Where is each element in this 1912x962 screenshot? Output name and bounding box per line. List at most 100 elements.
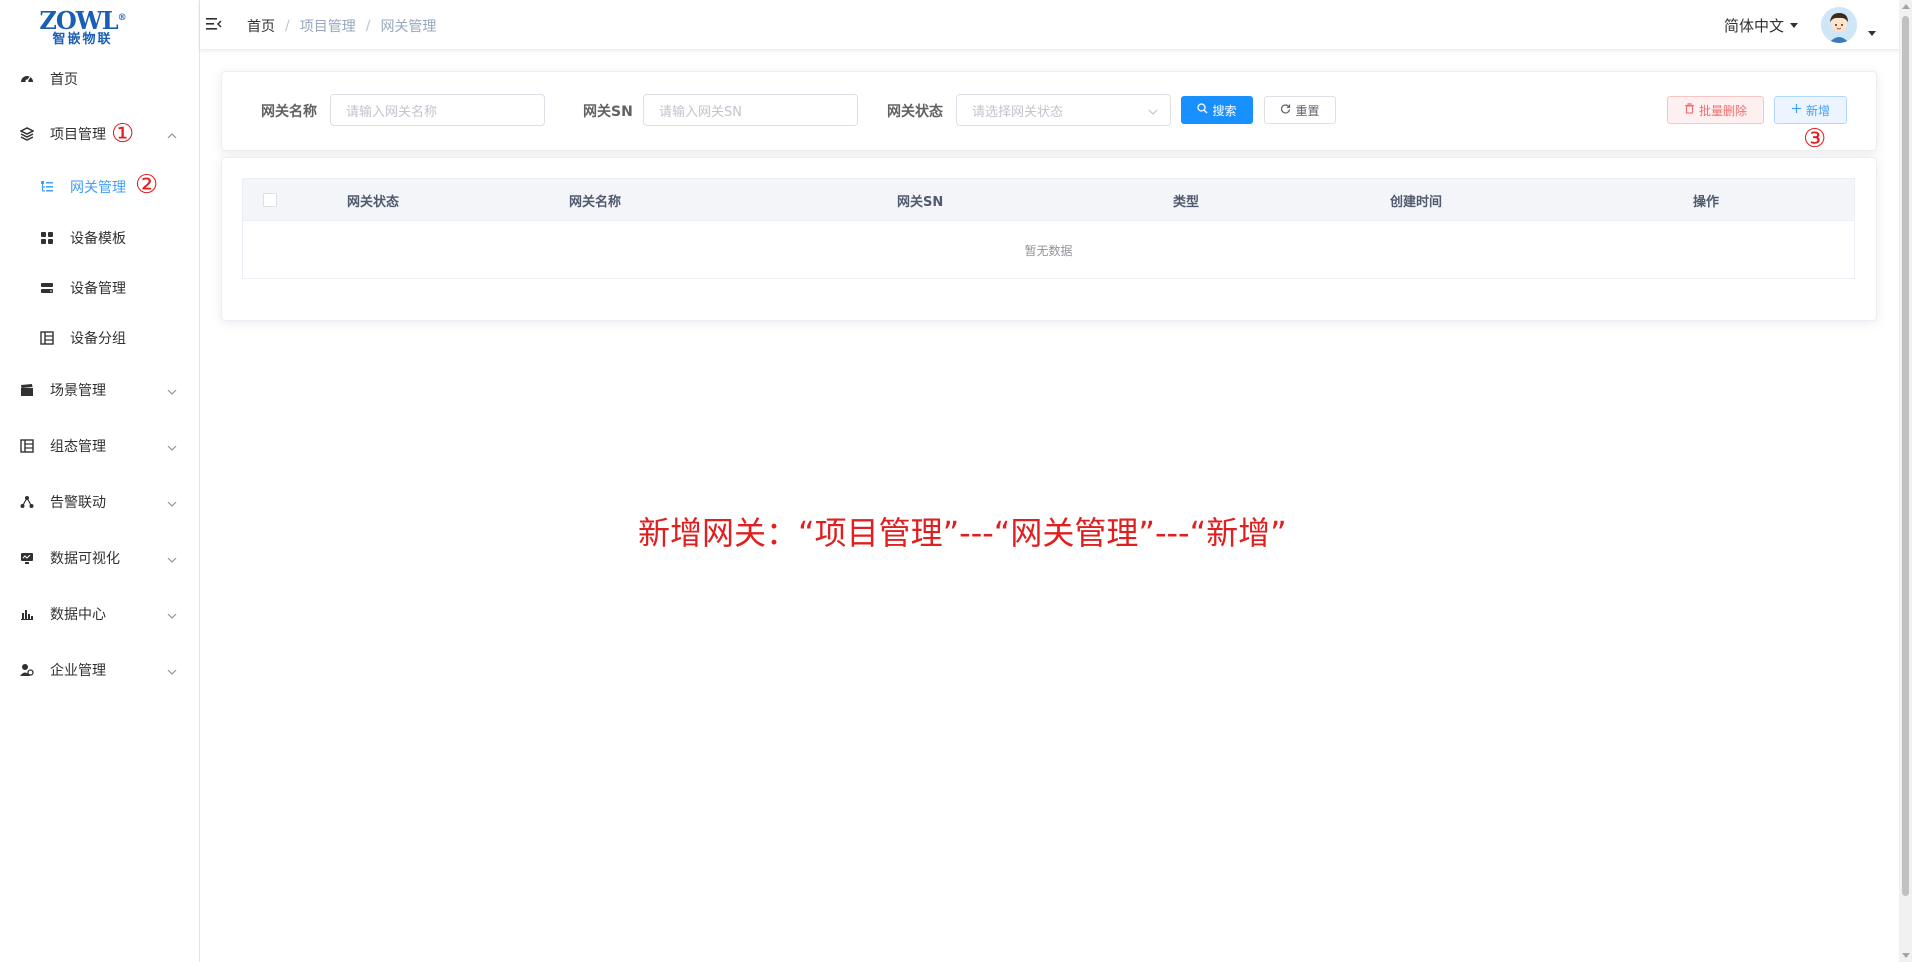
column-header[interactable]: 类型 [1173,191,1199,210]
sidebar-item-gateway[interactable]: 网关管理 [0,167,199,207]
grid-icon [40,231,54,245]
annotation-step-2: ② [135,170,159,200]
instruction-annotation: 新增网关：“项目管理”---“网关管理”---“新增” [638,514,1287,552]
plus-icon [1791,103,1802,117]
layers-icon [20,127,34,141]
breadcrumb-home[interactable]: 首页 [247,16,275,36]
monitor-icon [20,551,34,565]
column-header[interactable]: 操作 [1693,191,1719,210]
breadcrumb: 首页 / 项目管理 / 网关管理 [247,16,436,36]
column-header[interactable]: 网关状态 [347,191,399,210]
annotation-step-1: ① [111,119,135,149]
scrollbar-thumb[interactable] [1902,16,1909,896]
language-select[interactable]: 简体中文 [1724,15,1799,36]
clapper-icon [20,383,34,397]
chevron-up-icon [167,129,177,145]
bar-chart-icon [20,607,34,621]
sidebar-item-device-template[interactable]: 设备模板 [0,218,199,258]
group-icon [40,331,54,345]
breadcrumb-project[interactable]: 项目管理 [300,16,356,36]
breadcrumb-separator: / [365,18,371,34]
refresh-icon [1280,103,1291,117]
add-button[interactable]: 新增 [1774,96,1847,124]
gateway-name-label: 网关名称 [261,104,317,120]
dashboard-icon [20,72,34,86]
breadcrumb-separator: / [285,18,290,34]
annotation-step-3: ③ [1803,124,1827,154]
server-icon [40,281,54,295]
sidebar-item-device-manage[interactable]: 设备管理 [0,268,199,308]
language-label: 简体中文 [1724,17,1785,35]
logo-brand: ZOWL® [39,5,126,35]
batch-delete-button[interactable]: 批量删除 [1667,96,1764,124]
sidebar-item-label: 网关管理 [70,180,126,196]
chevron-down-icon [167,609,177,625]
sidebar-item-scene[interactable]: 场景管理 [0,370,199,410]
scroll-down-icon[interactable] [1902,953,1910,958]
sidebar-item-label: 首页 [50,72,78,88]
people-icon [20,663,34,677]
gateway-name-input[interactable]: 请输入网关名称 [330,94,545,126]
reset-button[interactable]: 重置 [1264,96,1336,124]
gateway-status-label: 网关状态 [887,104,943,120]
logo-subtitle: 智嵌物联 [52,31,113,47]
chevron-down-icon [167,553,177,569]
search-panel: 网关名称 请输入网关名称 网关SN 请输入网关SN 网关状态 请选择网关状态 搜… [221,71,1877,151]
column-header[interactable]: 网关名称 [569,191,621,210]
chevron-down-icon [167,385,177,401]
caret-down-icon [1790,23,1799,28]
sidebar-item-label: 数据中心 [50,607,106,623]
top-header [200,0,1912,50]
gateway-sn-label: 网关SN [583,104,633,120]
tree-list-icon [40,180,54,194]
sidebar-item-label: 设备分组 [70,331,126,347]
sidebar-item-visual[interactable]: 数据可视化 [0,538,199,578]
select-all-checkbox[interactable] [263,193,277,207]
gateway-status-select[interactable]: 请选择网关状态 [956,94,1171,126]
chevron-down-icon [167,497,177,513]
avatar[interactable] [1821,7,1857,43]
caret-down-icon[interactable] [1868,31,1876,36]
chevron-down-icon [167,665,177,681]
page-scrollbar[interactable] [1899,0,1912,962]
reset-button-label: 重置 [1295,103,1320,118]
sidebar-item-config[interactable]: 组态管理 [0,426,199,466]
gateway-sn-input[interactable]: 请输入网关SN [643,94,858,126]
gateway-name-placeholder: 请输入网关名称 [346,104,438,120]
gateway-status-placeholder: 请选择网关状态 [972,104,1064,120]
gateway-sn-placeholder: 请输入网关SN [659,104,742,120]
tree-table-icon [20,439,34,453]
sidebar-item-label: 设备模板 [70,231,126,247]
table-panel: 网关状态 网关名称 网关SN 类型 创建时间 操作 暂无数据 [221,157,1877,321]
table-header: 网关状态 网关名称 网关SN 类型 创建时间 操作 [243,179,1854,221]
sidebar-item-enterprise[interactable]: 企业管理 [0,650,199,690]
column-header[interactable]: 网关SN [897,191,943,210]
table-empty-text: 暂无数据 [1024,243,1073,258]
sidebar-item-label: 企业管理 [50,663,106,679]
sidebar-item-data-center[interactable]: 数据中心 [0,594,199,634]
sidebar-item-project[interactable]: 项目管理 [0,114,199,154]
logo: ZOWL® 智嵌物联 [0,0,165,52]
sidebar-item-label: 告警联动 [50,495,106,511]
search-button[interactable]: 搜索 [1181,96,1253,124]
sidebar-item-label: 组态管理 [50,439,106,455]
column-header[interactable]: 创建时间 [1390,191,1442,210]
add-button-label: 新增 [1805,103,1830,118]
sidebar-item-label: 数据可视化 [50,551,120,567]
chevron-down-icon [167,441,177,457]
sidebar-item-home[interactable]: 首页 [0,59,199,99]
sidebar-item-label: 项目管理 [50,127,106,143]
scroll-up-icon[interactable] [1902,4,1910,9]
search-button-label: 搜索 [1212,103,1237,118]
sidebar-item-label: 设备管理 [70,281,126,297]
gateway-table: 网关状态 网关名称 网关SN 类型 创建时间 操作 暂无数据 [242,178,1855,279]
sidebar-item-alarm[interactable]: 告警联动 [0,482,199,522]
breadcrumb-gateway: 网关管理 [380,19,437,35]
sidebar-item-device-group[interactable]: 设备分组 [0,318,199,358]
network-icon [20,495,34,509]
batch-delete-label: 批量删除 [1698,103,1747,118]
sidebar: ZOWL® 智嵌物联 首页 项目管理 网关管理 设备模板 设备管理 设备分组 场… [0,0,200,962]
chevron-down-icon [1148,106,1158,116]
search-icon [1197,103,1208,117]
hamburger-icon[interactable] [206,16,222,32]
